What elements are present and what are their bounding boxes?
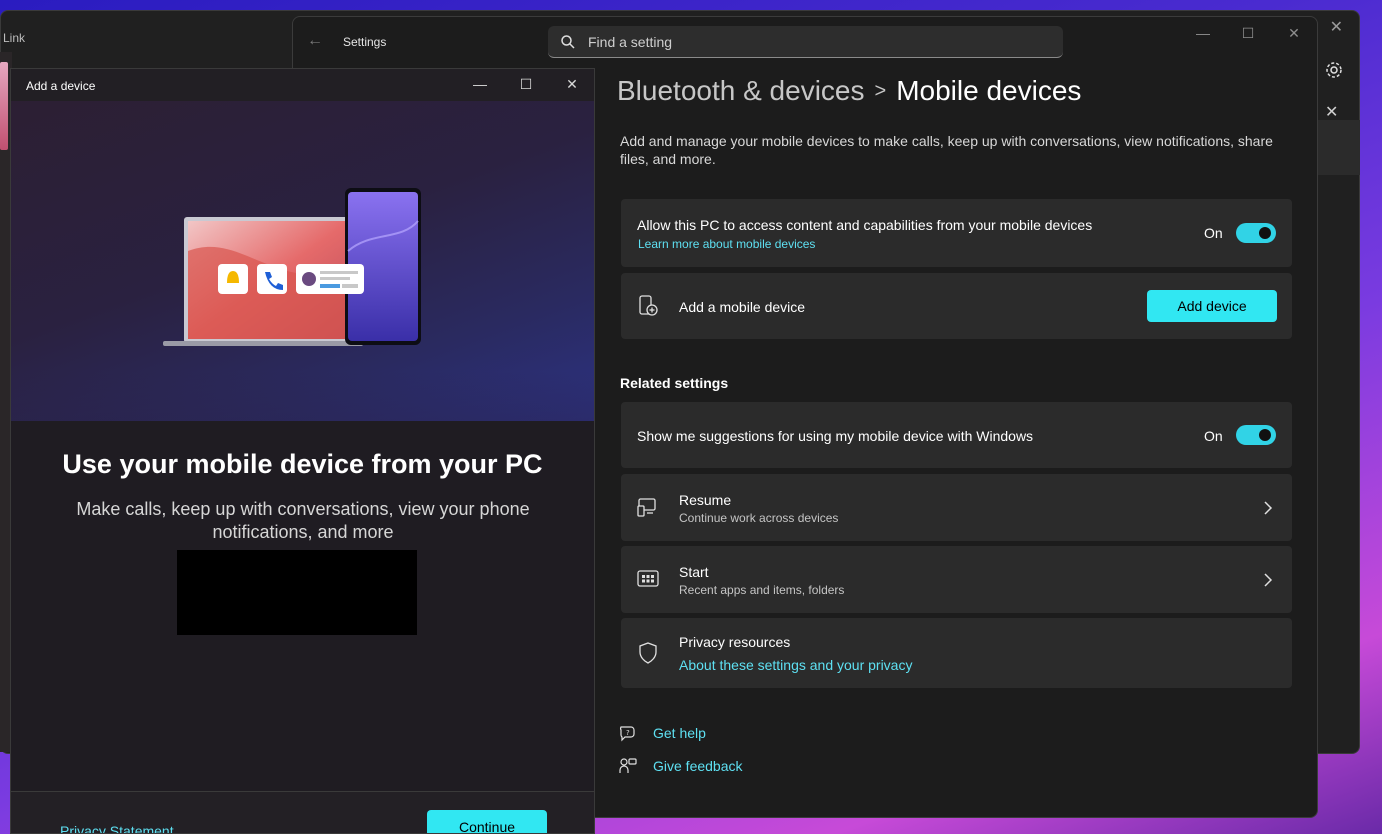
- background-thumbnail: [0, 62, 8, 150]
- chevron-right-icon: [1264, 573, 1273, 587]
- breadcrumb-parent[interactable]: Bluetooth & devices: [617, 75, 865, 106]
- privacy-settings-link[interactable]: About these settings and your privacy: [679, 657, 912, 673]
- hero-illustration: [11, 101, 594, 421]
- chevron-right-icon: [1264, 501, 1273, 515]
- suggestions-card: Show me suggestions for using my mobile …: [621, 402, 1292, 468]
- continue-button[interactable]: Continue: [427, 810, 547, 833]
- get-help-label: Get help: [653, 725, 706, 741]
- maximize-icon[interactable]: ☐: [1233, 25, 1263, 43]
- suggestions-toggle[interactable]: [1236, 425, 1276, 445]
- search-input[interactable]: Find a setting: [548, 26, 1063, 58]
- resume-card[interactable]: Resume Continue work across devices: [621, 474, 1292, 541]
- add-phone-icon: [639, 295, 658, 316]
- back-arrow-icon[interactable]: ←: [307, 31, 327, 51]
- start-title: Start: [679, 564, 709, 580]
- page-description: Add and manage your mobile devices to ma…: [620, 133, 1273, 167]
- start-card[interactable]: Start Recent apps and items, folders: [621, 546, 1292, 613]
- learn-more-link[interactable]: Learn more about mobile devices: [638, 237, 815, 251]
- background-dismiss-icon[interactable]: ✕: [1325, 102, 1338, 122]
- help-chat-icon: ?: [620, 726, 635, 742]
- access-setting-title: Allow this PC to access content and capa…: [637, 217, 1093, 233]
- dialog-title: Add a device: [26, 79, 96, 93]
- resume-title: Resume: [679, 492, 732, 508]
- hero-fade: [11, 371, 594, 421]
- access-toggle-label: On: [1204, 225, 1223, 241]
- privacy-title: Privacy resources: [679, 634, 791, 650]
- shield-icon: [639, 642, 657, 664]
- dialog-heading: Use your mobile device from your PC: [62, 449, 543, 479]
- app-title: Settings: [343, 35, 387, 49]
- privacy-card: Privacy resources About these settings a…: [621, 618, 1292, 688]
- resume-subtitle: Continue work across devices: [679, 511, 839, 525]
- dialog-titlebar: Add a device — ☐ ✕: [11, 69, 594, 101]
- background-window-title: Link: [3, 31, 26, 45]
- breadcrumb: Bluetooth & devices > Mobile devices: [617, 75, 1081, 107]
- related-settings-heading: Related settings: [620, 375, 729, 391]
- background-close-icon[interactable]: ✕: [1330, 17, 1343, 37]
- dialog-close-icon[interactable]: ✕: [562, 76, 582, 94]
- access-setting-card: Allow this PC to access content and capa…: [621, 199, 1292, 267]
- redacted-area: [177, 550, 417, 635]
- give-feedback-label: Give feedback: [653, 758, 743, 774]
- add-device-title: Add a mobile device: [679, 299, 806, 315]
- suggestions-title: Show me suggestions for using my mobile …: [637, 428, 1034, 444]
- settings-titlebar: ← Settings Find a setting — ☐ ✕: [293, 17, 1317, 67]
- access-toggle[interactable]: [1236, 223, 1276, 243]
- add-device-button[interactable]: Add device: [1147, 290, 1277, 322]
- dialog-subtext: Make calls, keep up with conversations, …: [76, 499, 530, 542]
- dialog-minimize-icon[interactable]: —: [470, 76, 490, 94]
- start-menu-icon: [637, 570, 659, 587]
- add-device-dialog: Add a device — ☐ ✕ Use your mobile devic…: [10, 68, 595, 834]
- start-subtitle: Recent apps and items, folders: [679, 583, 845, 597]
- minimize-icon[interactable]: —: [1188, 25, 1218, 43]
- search-placeholder: Find a setting: [588, 34, 673, 50]
- breadcrumb-separator: >: [874, 80, 887, 102]
- dialog-maximize-icon[interactable]: ☐: [516, 76, 536, 94]
- search-icon: [561, 35, 575, 49]
- suggestions-toggle-label: On: [1204, 428, 1223, 444]
- close-icon[interactable]: ✕: [1279, 25, 1309, 43]
- background-panel: [1316, 120, 1360, 175]
- page-title: Mobile devices: [896, 75, 1082, 106]
- add-device-card: Add a mobile device Add device: [621, 273, 1292, 339]
- svg-text:?: ?: [626, 729, 630, 737]
- resume-devices-icon: [637, 498, 656, 517]
- gear-icon[interactable]: [1324, 60, 1344, 80]
- feedback-icon: [619, 758, 637, 773]
- privacy-statement-link[interactable]: Privacy Statement: [60, 823, 174, 833]
